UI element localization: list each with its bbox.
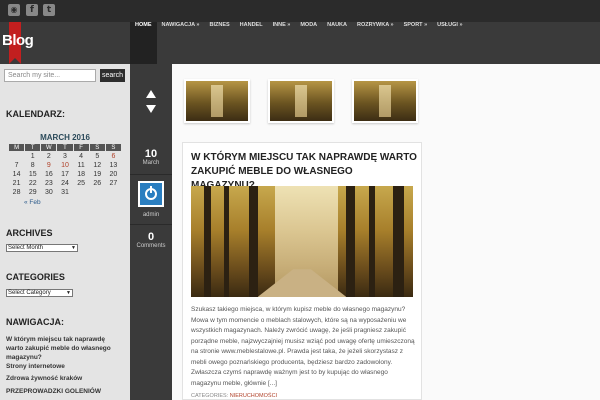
categories-heading: CATEGORIES (6, 272, 65, 282)
calendar-title: MARCH 2016 (40, 133, 90, 142)
calendar-heading: KALENDARZ: (6, 109, 65, 119)
sidebar-link[interactable]: Zdrowa żywność kraków (6, 374, 124, 383)
thumbnail-image (270, 81, 332, 121)
weekday: S (88, 143, 106, 152)
tree (248, 186, 258, 297)
weekday: W (40, 143, 58, 152)
weekday: T (24, 143, 42, 152)
avatar[interactable] (138, 181, 164, 207)
thumbnail[interactable] (352, 79, 418, 123)
top-bar: ◉ f t (0, 0, 600, 22)
category-link[interactable]: NIERUCHOMOŚCI (230, 393, 277, 399)
nav-sport[interactable]: SPORT » (399, 22, 433, 64)
archives-heading: ARCHIVES (6, 228, 53, 238)
nav-biznes[interactable]: BIZNES (205, 22, 235, 64)
arrow-down-icon[interactable] (146, 105, 156, 113)
archives-select-value: Select Month (8, 245, 44, 251)
chevron-down-icon: ▼ (66, 290, 71, 296)
tree (393, 186, 405, 297)
tree (204, 186, 211, 297)
weekday: T (56, 143, 74, 152)
weekday: F (72, 143, 90, 152)
nav-handel[interactable]: HANDEL (235, 22, 268, 64)
search-input[interactable]: Search my site... (4, 69, 96, 82)
facebook-icon[interactable]: f (26, 4, 38, 16)
comments-label: Comments (136, 243, 166, 249)
post-author[interactable]: admin (130, 212, 172, 218)
tree (224, 186, 229, 297)
main-content: W którym miejscu tak naprawdę warto zaku… (172, 64, 600, 400)
nav-uslugi[interactable]: USŁUGI » (432, 22, 467, 64)
left-sidebar: Search my site... search KALENDARZ: MARC… (0, 64, 130, 400)
calendar: M T W T F S S 123456 7 8 9 10 11 12 13 14 15 16 1… (7, 143, 123, 197)
post-day: 10 (144, 148, 158, 160)
nav-heading: NAWIGACJA: (6, 317, 64, 327)
power-icon-bar (150, 186, 152, 193)
post-card: W którym miejscu tak naprawdę warto zaku… (182, 142, 422, 400)
nav-home[interactable]: HOME (130, 22, 157, 64)
sidebar-link[interactable]: W którym miejscu tak naprawdę warto zaku… (6, 335, 124, 362)
thumbnail-image (186, 81, 248, 121)
thumbnail[interactable] (268, 79, 334, 123)
search-button[interactable]: search (100, 69, 125, 82)
calendar-prev-link[interactable]: « Feb (24, 199, 41, 206)
nav-nauka[interactable]: NAUKA (322, 22, 352, 64)
nav-nawigacja[interactable]: NAWIGACJA » (157, 22, 205, 64)
categories-select-value: Select Category (8, 290, 51, 296)
category-label: CATEGORIES: (191, 393, 229, 399)
tree (368, 186, 376, 297)
weekday: S (104, 143, 123, 152)
post-image[interactable] (191, 186, 413, 297)
nav-rozrywka[interactable]: ROZRYWKA » (352, 22, 399, 64)
divider (130, 224, 172, 225)
post-categories: CATEGORIES: NIERUCHOMOŚCI (191, 393, 277, 399)
nav-moda[interactable]: MODA (295, 22, 322, 64)
rss-icon[interactable]: ◉ (8, 4, 20, 16)
twitter-icon[interactable]: t (43, 4, 55, 16)
comments[interactable]: 0 Comments (130, 231, 172, 249)
sidebar-link[interactable]: Strony internetowe (6, 362, 124, 371)
divider (130, 174, 172, 175)
archives-select[interactable]: Select Month ▼ (6, 244, 78, 252)
nav-inne[interactable]: INNE » (268, 22, 296, 64)
comments-count: 0 (147, 231, 155, 243)
thumbnail[interactable] (184, 79, 250, 123)
post-month: March (142, 160, 160, 166)
weekday: M (7, 143, 26, 152)
site-logo[interactable]: Blog (2, 32, 34, 49)
site-header: Blog HOME NAWIGACJA » BIZNES HANDEL INNE… (0, 22, 600, 64)
sidebar-link[interactable]: PRZEPROWADZKI GOLENIÓW (6, 387, 124, 396)
tree (346, 186, 356, 297)
post-meta-column: 10 March admin 0 Comments (130, 64, 172, 400)
thumbnail-image (354, 81, 416, 121)
chevron-down-icon: ▼ (71, 245, 76, 251)
categories-select[interactable]: Select Category ▼ (6, 289, 73, 297)
arrow-up-icon[interactable] (146, 90, 156, 98)
post-date: 10 March (130, 148, 172, 166)
post-excerpt: Szukasz takiego miejsca, w którym kupisz… (191, 306, 415, 387)
main-nav: HOME NAWIGACJA » BIZNES HANDEL INNE » MO… (130, 22, 468, 64)
